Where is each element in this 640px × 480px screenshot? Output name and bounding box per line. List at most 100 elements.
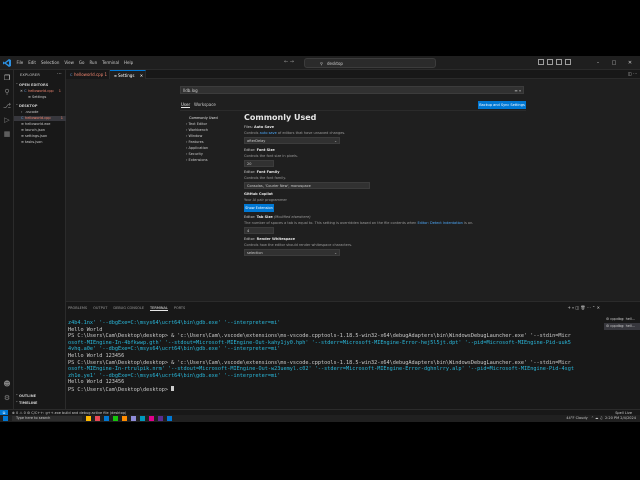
search-icon[interactable]: ⚲ xyxy=(3,88,11,96)
terminal-cursor xyxy=(171,385,175,391)
open-editors-header[interactable]: ˅ OPEN EDITORS xyxy=(16,83,48,87)
explorer-icon[interactable]: ❐ xyxy=(3,74,11,82)
account-icon[interactable]: ☻ xyxy=(3,380,11,388)
nav-arrows[interactable]: ← → xyxy=(284,59,294,65)
command-center-text: desktop xyxy=(327,61,343,66)
terminal-line: Hello World 123456 xyxy=(68,379,125,386)
clock-date[interactable]: 2/4/2024 xyxy=(620,416,636,420)
taskbar-app-icon[interactable] xyxy=(86,416,91,421)
terminal-line: Hello World xyxy=(68,326,103,333)
tab-settings[interactable]: ≡Settings ✕ xyxy=(110,70,146,79)
open-editor-item[interactable]: ≡Settings xyxy=(14,95,66,100)
manage-gear-icon[interactable]: ⚙ xyxy=(3,394,11,402)
setting-item: Editor: Render Whitespace Controls how th… xyxy=(244,237,352,256)
taskbar-app-icon[interactable] xyxy=(158,416,163,421)
customize-layout-icon[interactable] xyxy=(565,59,571,65)
terminal-line: zh1e.ye1' '--dbgExe=C:\msys64\ucrt64\bin… xyxy=(68,372,281,379)
run-debug-icon[interactable]: ▷ xyxy=(3,116,11,124)
close-icon[interactable]: ✕ xyxy=(622,56,638,70)
clock-time[interactable]: 2:20 PM xyxy=(605,416,619,420)
setting-item: Files: Auto Save Controls auto save of ed… xyxy=(244,125,345,144)
menu-item-help[interactable]: Help xyxy=(122,56,136,70)
setting-input[interactable]: 20 xyxy=(244,160,274,167)
toggle-panel-icon[interactable] xyxy=(547,59,553,65)
setting-link[interactable]: Editor: Detect Indentation xyxy=(417,221,462,225)
folder-header[interactable]: ˅ DESKTOP xyxy=(16,104,37,108)
maximize-icon[interactable]: □ xyxy=(606,56,622,70)
setting-description: Controls the font size in pixels. xyxy=(244,154,298,158)
panel-tab-debug-console[interactable]: DEBUG CONSOLE xyxy=(113,306,144,311)
setting-description: Controls how the editor should render wh… xyxy=(244,243,353,247)
command-center[interactable]: ⚲ desktop xyxy=(304,58,436,68)
filter-icon[interactable]: ≡ ▿ xyxy=(514,87,521,94)
file-item[interactable]: Chelloworld.cpp 1 xyxy=(14,116,66,121)
taskbar-app-icon[interactable] xyxy=(95,416,100,421)
minimize-icon[interactable]: – xyxy=(590,56,606,70)
tab-workspace[interactable]: Workspace xyxy=(194,102,216,107)
outline-header[interactable]: ˃ OUTLINE xyxy=(16,394,36,398)
taskbar-app-icon[interactable] xyxy=(140,416,145,421)
taskbar-search-input[interactable]: Type here to search xyxy=(12,416,82,421)
setting-item: Editor: Font Size Controls the font size … xyxy=(244,148,298,167)
close-icon[interactable]: ✕ xyxy=(140,73,143,78)
file-item[interactable]: ≡tasks.json xyxy=(14,140,66,145)
toggle-secondary-sidebar-icon[interactable] xyxy=(556,59,562,65)
setting-dropdown[interactable]: afterDelay ⌄ xyxy=(244,137,340,144)
terminal-item[interactable]: ⚙ cppdbg: hell... xyxy=(604,316,640,323)
taskbar-app-icon[interactable] xyxy=(167,416,172,421)
setting-item: Editor: Tab Size (Modified elsewhere) The… xyxy=(244,215,473,234)
source-control-icon[interactable]: ⎇ xyxy=(3,102,11,110)
menu-item-file[interactable]: File xyxy=(14,56,26,70)
open-editor-item[interactable]: ✕ Chelloworld.cpp 1 xyxy=(14,89,66,94)
menu-item-go[interactable]: Go xyxy=(76,56,87,70)
extensions-icon[interactable]: ▦ xyxy=(3,130,11,138)
setting-link[interactable]: auto save xyxy=(260,131,277,135)
panel-tab-output[interactable]: OUTPUT xyxy=(93,306,107,311)
taskbar-app-icon[interactable] xyxy=(113,416,118,421)
setting-description: Your AI pair programmer xyxy=(244,198,287,202)
settings-search-input[interactable]: lldb.log ≡ ▿ xyxy=(180,86,524,94)
toc-item[interactable]: › Extensions xyxy=(186,157,218,163)
menu-item-run[interactable]: Run xyxy=(87,56,100,70)
setting-title: GitHub Copilot xyxy=(244,192,273,196)
file-item[interactable]: ≡settings.json xyxy=(14,134,66,139)
setting-title: Editor: Tab Size (Modified elsewhere) xyxy=(244,215,311,219)
weather[interactable]: 44°F Cloudy xyxy=(566,416,587,420)
panel-tab-problems[interactable]: PROBLEMS xyxy=(68,306,87,311)
file-item[interactable]: › .vscode xyxy=(14,110,66,115)
explorer-sidebar: EXPLORER ⋯ ˅ OPEN EDITORS ✕ Chelloworld.… xyxy=(14,70,66,409)
terminal-output[interactable]: z4b4.1nx' '--dbgExe=C:\msys64\ucrt64\bin… xyxy=(68,320,598,394)
more-actions-icon[interactable]: ⋯ xyxy=(57,71,62,77)
terminal-item[interactable]: ⚙ cppdbg: hell... xyxy=(604,323,640,330)
toggle-sidebar-icon[interactable] xyxy=(538,59,544,65)
windows-start-icon[interactable] xyxy=(3,416,8,421)
setting-title: Editor: Font Size xyxy=(244,148,275,152)
setting-input[interactable]: Consolas, 'Courier New', monospace xyxy=(244,182,370,189)
menu-item-terminal[interactable]: Terminal xyxy=(100,56,122,70)
tab-user[interactable]: User xyxy=(181,102,191,108)
setting-title: Files: Auto Save xyxy=(244,125,275,129)
setting-input[interactable]: 4 xyxy=(244,227,274,234)
terminal-line: PS C:\Users\Cam\Desktop\desktop> & 'c:\U… xyxy=(68,359,571,366)
taskbar-app-icon[interactable] xyxy=(131,416,136,421)
panel-actions[interactable]: + ▿ ◫ 🗑 ⋯ ⌃ ✕ xyxy=(567,305,600,310)
file-item[interactable]: ≡launch.json xyxy=(14,128,66,133)
setting-dropdown[interactable]: selection ⌄ xyxy=(244,249,340,256)
backup-sync-button[interactable]: Backup and Sync Settings xyxy=(478,101,526,109)
show-extension-button[interactable]: Show Extension xyxy=(244,204,274,212)
panel-tab-ports[interactable]: PORTS xyxy=(174,306,185,311)
menu-item-selection[interactable]: Selection xyxy=(38,56,61,70)
file-item[interactable]: ≡helloworld.exe xyxy=(14,122,66,127)
menu-item-edit[interactable]: Edit xyxy=(26,56,39,70)
file-label: settings.json xyxy=(25,134,48,138)
tab-helloworld[interactable]: Chelloworld.cpp 1 xyxy=(66,70,110,79)
setting-title: Editor: Font Family xyxy=(244,170,280,174)
panel-tab-terminal[interactable]: TERMINAL xyxy=(150,306,168,311)
menu-item-view[interactable]: View xyxy=(62,56,77,70)
split-editor-icon[interactable]: ◫ ⋯ xyxy=(628,71,637,76)
taskbar-app-icon[interactable] xyxy=(104,416,109,421)
taskbar-app-icon[interactable] xyxy=(149,416,154,421)
taskbar-app-icon[interactable] xyxy=(122,416,127,421)
timeline-header[interactable]: ˃ TIMELINE xyxy=(16,401,37,405)
close-icon[interactable]: ✕ xyxy=(20,89,23,93)
